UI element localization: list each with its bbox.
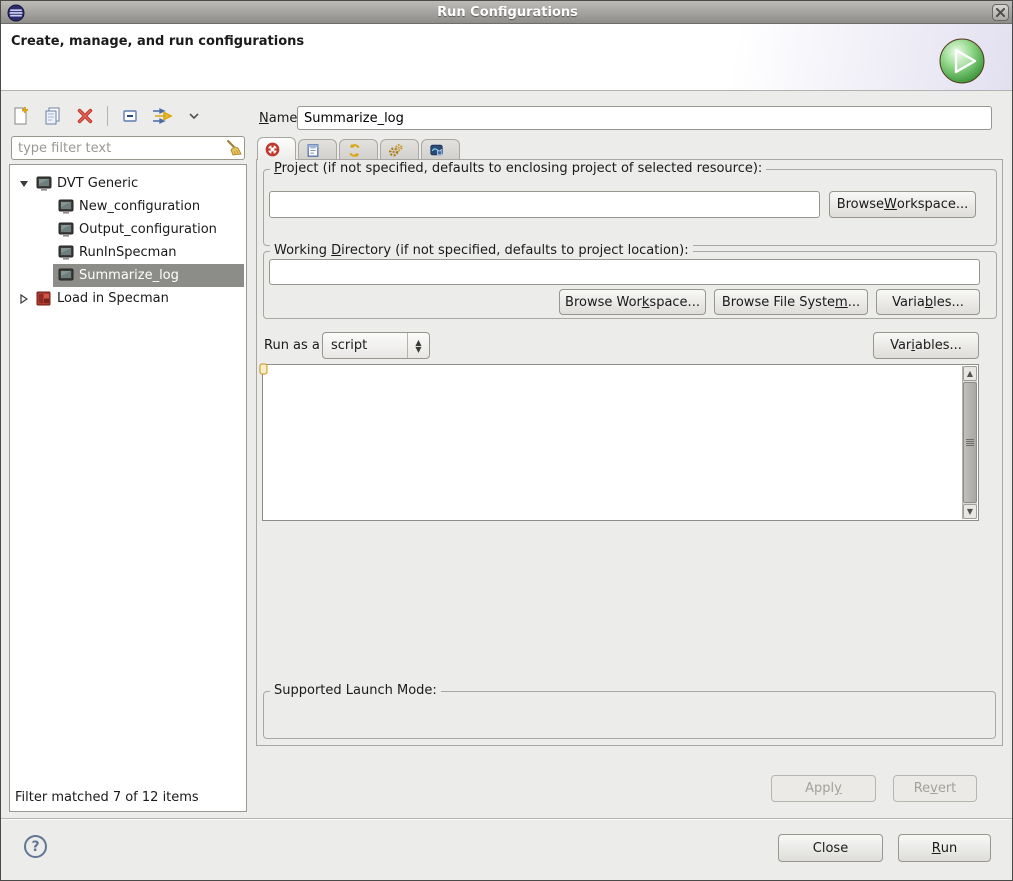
filter-status: Filter matched 7 of 12 items [15, 790, 199, 805]
close-icon[interactable] [992, 4, 1009, 21]
window-title: Run Configurations [1, 5, 1013, 20]
tree-item-runinspecman[interactable]: RunInSpecman [11, 241, 245, 264]
tree-item-label: New_configuration [79, 199, 200, 214]
title-bar[interactable]: Run Configurations [1, 1, 1013, 24]
tab-environment[interactable] [421, 139, 460, 160]
run-wizard-icon [938, 37, 986, 85]
script-editor[interactable]: ▲ ▼ [262, 364, 979, 521]
tree-item-summarize-log[interactable]: Summarize_log [11, 264, 245, 287]
tree-item-output-configuration[interactable]: Output_configuration [11, 218, 245, 241]
console-icon [36, 176, 52, 191]
console-icon [58, 245, 74, 260]
working-directory-input[interactable] [269, 259, 980, 285]
tab-refresh-icon [347, 143, 363, 158]
run-as-value: script [323, 338, 407, 353]
collapse-all-icon[interactable] [118, 104, 142, 128]
configurations-tree: DVT Generic New_configuration Output_confi… [9, 164, 247, 812]
scroll-down-icon[interactable]: ▼ [963, 504, 977, 519]
working-directory-legend: Working Directory (if not specified, def… [270, 243, 693, 258]
tree-item-label: Summarize_log [79, 268, 179, 283]
project-group: Project (if not specified, defaults to e… [263, 169, 997, 246]
run-button[interactable]: Run [898, 834, 991, 862]
tab-main[interactable] [257, 137, 296, 160]
apply-button[interactable]: Apply [771, 775, 876, 802]
tree-item-label: RunInSpecman [79, 245, 177, 260]
tab-filters-icon [306, 143, 322, 158]
toolbar-separator [107, 106, 108, 126]
spinner-arrows-icon[interactable]: ▲▼ [407, 333, 429, 358]
project-group-legend: Project (if not specified, defaults to e… [270, 161, 766, 176]
revert-button[interactable]: Revert [893, 775, 977, 802]
launch-mode-legend: Supported Launch Mode: [270, 683, 441, 698]
workdir-browse-filesystem-button[interactable]: Browse File System... [714, 289, 868, 315]
console-icon [58, 268, 74, 283]
run-configurations-dialog: Run Configurations Create, manage, and r… [0, 0, 1013, 881]
tree-item-label: DVT Generic [57, 176, 138, 191]
project-input[interactable] [269, 191, 820, 218]
tree-item-new-configuration[interactable]: New_configuration [11, 195, 245, 218]
run-as-combo[interactable]: script ▲▼ [322, 332, 430, 359]
duplicate-icon[interactable] [41, 104, 65, 128]
tree-item-load-in-specman[interactable]: Load in Specman [11, 287, 245, 310]
expander-open-icon[interactable] [19, 179, 33, 188]
workdir-variables-button[interactable]: Variables... [876, 289, 980, 315]
filter-icon[interactable] [150, 104, 174, 128]
clear-filter-broom-icon[interactable] [225, 139, 243, 157]
expander-closed-icon[interactable] [19, 294, 33, 304]
project-browse-workspace-button[interactable]: Browse Workspace... [829, 191, 976, 218]
console-icon [58, 222, 74, 237]
tab-build-icon [388, 143, 404, 158]
scroll-up-icon[interactable]: ▲ [963, 366, 977, 381]
dialog-header: Create, manage, and run configurations [1, 24, 1013, 91]
tree-item-dvt-generic[interactable]: DVT Generic [11, 172, 245, 195]
tab-filters[interactable] [298, 139, 337, 160]
tab-environment-icon [429, 143, 445, 158]
close-button[interactable]: Close [778, 834, 883, 862]
bottom-separator [1, 818, 1013, 820]
working-directory-group: Working Directory (if not specified, def… [263, 251, 997, 319]
tab-refresh[interactable] [339, 139, 378, 160]
tab-build[interactable] [380, 139, 419, 160]
tab-bar [257, 137, 462, 160]
delete-icon[interactable] [73, 104, 97, 128]
name-input[interactable] [297, 106, 992, 130]
scrollbar-thumb[interactable] [963, 382, 977, 503]
workdir-browse-workspace-button[interactable]: Browse Workspace... [559, 289, 706, 315]
name-label: Name: [259, 111, 302, 126]
specman-icon [36, 291, 52, 306]
filter-input[interactable] [11, 136, 245, 160]
script-scrollbar[interactable]: ▲ ▼ [962, 366, 977, 519]
menu-chevron-icon[interactable] [182, 104, 206, 128]
launch-mode-group: Supported Launch Mode: [263, 691, 996, 739]
run-as-label: Run as a [264, 338, 320, 353]
dialog-description: Create, manage, and run configurations [11, 34, 304, 49]
annotation-marker-icon [259, 363, 268, 375]
runas-variables-button[interactable]: Variables... [873, 332, 979, 359]
tree-item-label: Output_configuration [79, 222, 217, 237]
help-icon[interactable]: ? [24, 835, 47, 858]
configurations-toolbar [9, 101, 247, 131]
tree-item-label: Load in Specman [57, 291, 169, 306]
tab-main-icon [265, 142, 281, 157]
new-configuration-icon[interactable] [9, 104, 33, 128]
console-icon [58, 199, 74, 214]
